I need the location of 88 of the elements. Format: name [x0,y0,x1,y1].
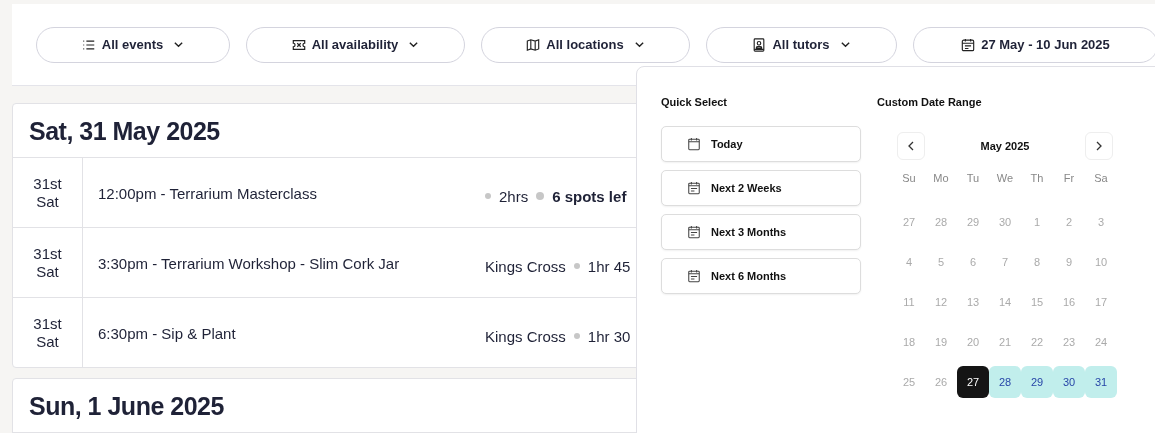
event-day: 31st [33,314,62,333]
weekday-label: Tu [965,171,981,186]
filter-button[interactable]: All locations [481,26,690,63]
event-title[interactable]: 12:00pm - Terrarium Masterclass [83,158,485,227]
separator-dot [573,333,580,339]
calendar-date[interactable]: 26 [925,366,957,398]
event-day: 31st [33,174,62,193]
map-icon [526,37,541,52]
filter-button[interactable]: 27 May - 10 Jun 2025 [913,26,1155,63]
chevron-down-icon [633,39,645,50]
calendar-date[interactable]: 15 [1021,286,1053,318]
event-duration: 1hr 45 [587,257,631,275]
contact-book-icon [752,37,767,52]
calendar-date[interactable]: 22 [1021,326,1053,358]
calendar-date[interactable]: 16 [1053,286,1085,318]
weekday-label: Fr [1062,171,1076,186]
quick-select-button[interactable]: Today [661,126,861,162]
event-title[interactable]: 3:30pm - Terrarium Workshop - Slim Cork Jar [83,228,485,297]
quick-select-heading: Quick Select [661,96,729,108]
event-location: Kings Cross [485,327,566,345]
calendar-icon [687,137,701,151]
calendar-date[interactable]: 3 [1085,206,1117,238]
separator-dot [485,193,491,199]
calendar-icon [961,37,976,52]
filter-button[interactable]: All availability [246,26,465,63]
weekday-label: Sa [1093,171,1109,186]
event-duration: 2hrs [499,187,529,205]
weekday-label: We [995,171,1015,186]
calendar-icon [687,181,701,195]
chevron-down-icon [408,39,420,50]
custom-range-heading: Custom Date Range [877,96,983,108]
calendar-date[interactable]: 14 [989,286,1021,318]
calendar-date[interactable]: 4 [893,246,925,278]
calendar-date[interactable]: 27 [893,206,925,238]
calendar-icon [687,225,701,239]
filter-button[interactable]: All events [36,26,230,63]
calendar-date[interactable]: 31 [1085,366,1117,398]
separator-dot [536,192,545,200]
calendar-date[interactable]: 12 [925,286,957,318]
event-location: Kings Cross [485,257,566,275]
month-title: May 2025 [980,140,1030,152]
calendar-date[interactable]: 6 [957,246,989,278]
spots-left: 6 spots lef [552,187,627,205]
chevron-down-icon [173,39,185,50]
filter-button[interactable]: All tutors [706,26,897,63]
ticket-icon [291,37,306,52]
calendar-date[interactable]: 19 [925,326,957,358]
separator-dot [573,263,580,269]
calendar-date[interactable]: 23 [1053,326,1085,358]
weekday-label: Th [1029,171,1045,186]
quick-select-button[interactable]: Next 2 Weeks [661,170,861,206]
calendar-date[interactable]: 2 [1053,206,1085,238]
calendar-date[interactable]: 20 [957,326,989,358]
calendar-date[interactable]: 10 [1085,246,1117,278]
quick-select-button[interactable]: Next 6 Months [661,258,861,294]
calendar-date[interactable]: 30 [1053,366,1085,398]
calendar-date[interactable]: 24 [1085,326,1117,358]
list-icon [81,37,96,52]
calendar-date[interactable]: 18 [893,326,925,358]
previous-month-button[interactable] [897,132,925,160]
weekday-label: Mo [932,171,950,186]
next-month-button[interactable] [1085,132,1113,160]
calendar-date[interactable]: 8 [1021,246,1053,278]
event-duration: 1hr 30 [587,327,631,345]
event-title[interactable]: 6:30pm - Sip & Plant [83,298,485,367]
calendar-date[interactable]: 30 [989,206,1021,238]
calendar-date[interactable]: 27 [957,366,989,398]
calendar-date[interactable]: 9 [1053,246,1085,278]
event-weekday: Sat [36,332,59,351]
chevron-down-icon [839,39,851,50]
event-day: 31st [33,244,62,263]
event-weekday: Sat [36,192,59,211]
calendar-date[interactable]: 13 [957,286,989,318]
calendar-date[interactable]: 11 [893,286,925,318]
weekday-label: Su [901,171,917,186]
calendar-date[interactable]: 28 [989,366,1021,398]
calendar-date[interactable]: 1 [1021,206,1053,238]
calendar-date[interactable]: 29 [957,206,989,238]
calendar-date[interactable]: 28 [925,206,957,238]
calendar-date[interactable]: 29 [1021,366,1053,398]
quick-select-button[interactable]: Next 3 Months [661,214,861,250]
calendar-date[interactable]: 21 [989,326,1021,358]
calendar-date[interactable]: 5 [925,246,957,278]
calendar-date[interactable]: 25 [893,366,925,398]
calendar-date[interactable]: 17 [1085,286,1117,318]
calendar-icon [687,269,701,283]
event-weekday: Sat [36,262,59,281]
calendar-date[interactable]: 7 [989,246,1021,278]
